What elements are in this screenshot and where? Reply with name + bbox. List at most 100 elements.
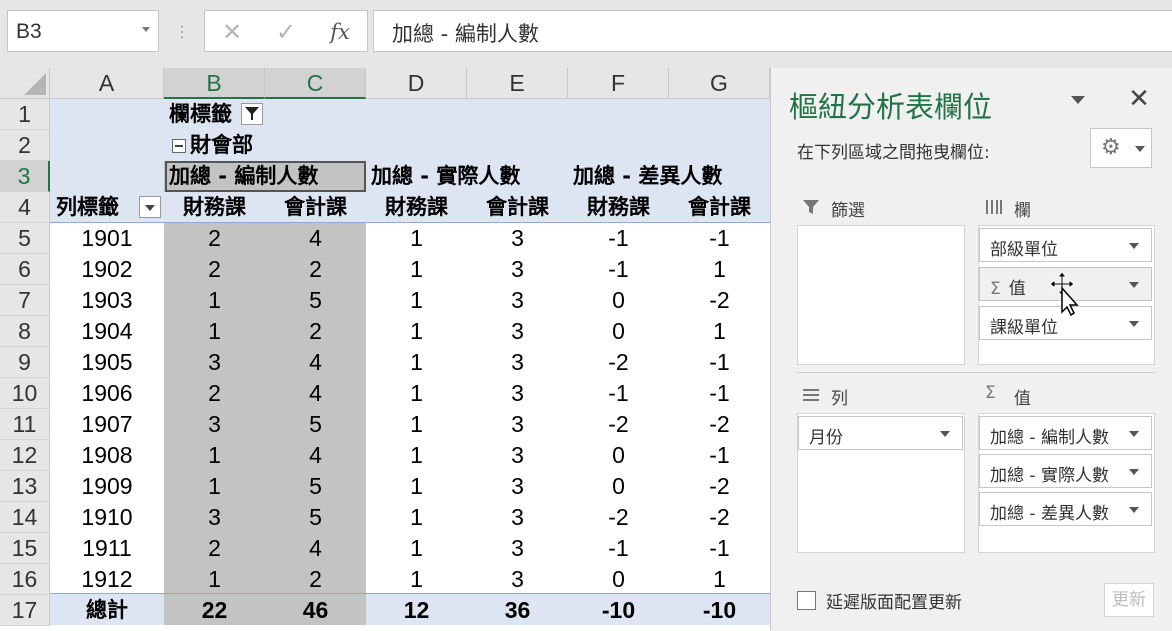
- row-label-cell[interactable]: 1910: [50, 502, 164, 533]
- value-cell[interactable]: -2: [669, 502, 770, 533]
- sub-column-header[interactable]: 財務課: [568, 192, 669, 223]
- value-cell[interactable]: -2: [669, 471, 770, 502]
- spreadsheet-grid[interactable]: A B C D E F G 1 2 3 4 5 6 7 8 9 10 11 12 13 14 15 16 17 …: [0, 68, 770, 631]
- chevron-down-icon[interactable]: [1129, 507, 1139, 513]
- value-cell[interactable]: 1: [669, 316, 770, 347]
- row-header-17[interactable]: 17: [0, 595, 50, 626]
- cancel-icon[interactable]: ✕: [217, 17, 247, 47]
- row-header-7[interactable]: 7: [0, 285, 50, 316]
- value-cell[interactable]: 3: [467, 378, 568, 409]
- value-cell[interactable]: 1: [366, 254, 467, 285]
- value-cell[interactable]: 3: [467, 409, 568, 440]
- value-cell[interactable]: 1: [164, 471, 265, 502]
- value-cell[interactable]: 1: [366, 409, 467, 440]
- column-header-c[interactable]: C: [265, 68, 366, 99]
- row-header-5[interactable]: 5: [0, 223, 50, 254]
- row-header-14[interactable]: 14: [0, 502, 50, 533]
- column-header-g[interactable]: G: [669, 68, 770, 99]
- value-cell[interactable]: 3: [467, 347, 568, 378]
- row-label-cell[interactable]: 1907: [50, 409, 164, 440]
- value-cell[interactable]: 3: [467, 533, 568, 564]
- value-cell[interactable]: 4: [265, 347, 366, 378]
- sub-column-header[interactable]: 會計課: [265, 192, 366, 223]
- more-options-icon[interactable]: ⋮: [174, 22, 190, 42]
- row-header-2[interactable]: 2: [0, 130, 50, 161]
- grand-total-cell[interactable]: -10: [568, 595, 669, 626]
- value-cell[interactable]: 2: [265, 564, 366, 595]
- column-filter-button[interactable]: [241, 103, 263, 125]
- row-header-12[interactable]: 12: [0, 440, 50, 471]
- value-cell[interactable]: 1: [164, 440, 265, 471]
- value-cell[interactable]: 0: [568, 564, 669, 595]
- row-header-6[interactable]: 6: [0, 254, 50, 285]
- sub-column-header[interactable]: 會計課: [669, 192, 770, 223]
- value-cell[interactable]: -2: [568, 347, 669, 378]
- sub-column-header[interactable]: 財務課: [164, 192, 265, 223]
- defer-update-checkbox[interactable]: [797, 591, 816, 610]
- value-cell[interactable]: 3: [467, 564, 568, 595]
- value-cell[interactable]: 3: [467, 223, 568, 254]
- value-cell[interactable]: 2: [265, 316, 366, 347]
- enter-icon[interactable]: ✓: [271, 17, 301, 47]
- measure-header-variance[interactable]: 加總 - 差異人數: [573, 161, 722, 192]
- chevron-down-icon[interactable]: [1129, 321, 1139, 327]
- grand-total-cell[interactable]: 46: [265, 595, 366, 626]
- row-header-15[interactable]: 15: [0, 533, 50, 564]
- value-cell[interactable]: 5: [265, 285, 366, 316]
- sub-column-header[interactable]: 會計課: [467, 192, 568, 223]
- value-cell[interactable]: -2: [669, 285, 770, 316]
- value-cell[interactable]: 1: [366, 347, 467, 378]
- row-header-8[interactable]: 8: [0, 316, 50, 347]
- row-label-cell[interactable]: 1906: [50, 378, 164, 409]
- row-label-cell[interactable]: 1912: [50, 564, 164, 595]
- column-header-d[interactable]: D: [366, 68, 467, 99]
- value-cell[interactable]: 1: [366, 502, 467, 533]
- row-header-13[interactable]: 13: [0, 471, 50, 502]
- update-button[interactable]: 更新: [1104, 583, 1154, 617]
- value-chip-budget[interactable]: 加總 - 編制人數: [979, 416, 1152, 450]
- chevron-down-icon[interactable]: [940, 431, 950, 437]
- row-chip-month[interactable]: 月份: [798, 416, 963, 450]
- value-cell[interactable]: 3: [164, 409, 265, 440]
- collapse-icon[interactable]: [172, 139, 186, 153]
- value-cell[interactable]: 4: [265, 440, 366, 471]
- value-cell[interactable]: -1: [568, 223, 669, 254]
- value-cell[interactable]: 4: [265, 533, 366, 564]
- value-cell[interactable]: -2: [568, 409, 669, 440]
- value-cell[interactable]: 1: [164, 316, 265, 347]
- row-header-1[interactable]: 1: [0, 99, 50, 130]
- row-label-cell[interactable]: 1904: [50, 316, 164, 347]
- row-header-9[interactable]: 9: [0, 347, 50, 378]
- value-cell[interactable]: 0: [568, 285, 669, 316]
- value-cell[interactable]: 3: [467, 502, 568, 533]
- value-cell[interactable]: 1: [669, 254, 770, 285]
- row-label-cell[interactable]: 1903: [50, 285, 164, 316]
- value-chip-variance[interactable]: 加總 - 差異人數: [979, 492, 1152, 526]
- pane-menu-icon[interactable]: [1071, 96, 1085, 104]
- select-all-corner[interactable]: [0, 68, 50, 99]
- value-cell[interactable]: 3: [467, 254, 568, 285]
- value-cell[interactable]: 1: [164, 564, 265, 595]
- value-cell[interactable]: 0: [568, 440, 669, 471]
- row-label-cell[interactable]: 1902: [50, 254, 164, 285]
- value-cell[interactable]: 5: [265, 409, 366, 440]
- value-cell[interactable]: 4: [265, 378, 366, 409]
- value-cell[interactable]: 2: [164, 254, 265, 285]
- grand-total-cell[interactable]: 12: [366, 595, 467, 626]
- value-cell[interactable]: 0: [568, 471, 669, 502]
- value-cell[interactable]: 1: [366, 564, 467, 595]
- value-cell[interactable]: 1: [366, 285, 467, 316]
- column-header-f[interactable]: F: [568, 68, 669, 99]
- value-cell[interactable]: 1: [366, 440, 467, 471]
- row-header-4[interactable]: 4: [0, 192, 50, 223]
- row-filter-button[interactable]: [139, 196, 161, 218]
- value-cell[interactable]: 3: [467, 285, 568, 316]
- value-cell[interactable]: 1: [366, 533, 467, 564]
- chevron-down-icon[interactable]: [1129, 431, 1139, 437]
- row-label-cell[interactable]: 1911: [50, 533, 164, 564]
- row-header-16[interactable]: 16: [0, 564, 50, 595]
- value-cell[interactable]: 1: [366, 471, 467, 502]
- row-label-cell[interactable]: 1909: [50, 471, 164, 502]
- measure-header-actual[interactable]: 加總 - 實際人數: [371, 161, 520, 192]
- value-cell[interactable]: 2: [265, 254, 366, 285]
